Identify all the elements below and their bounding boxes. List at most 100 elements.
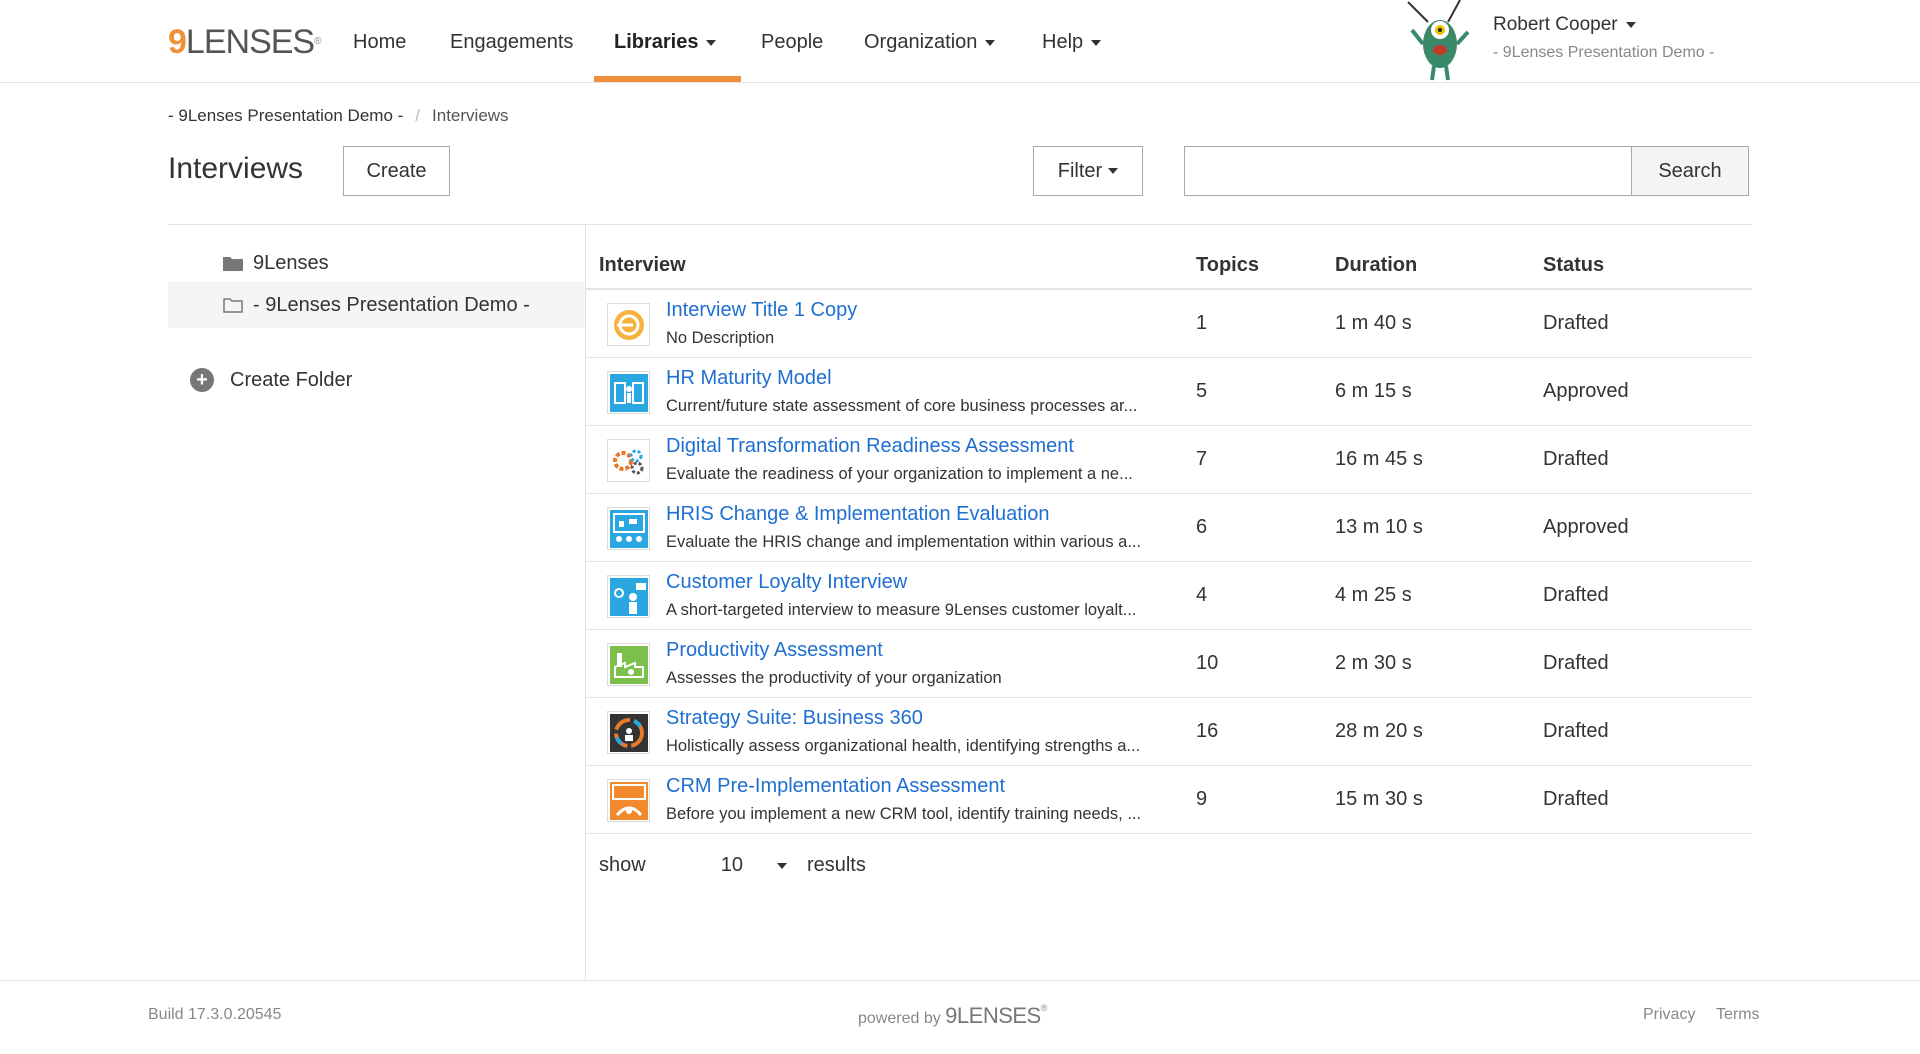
- nav-libraries[interactable]: Libraries: [614, 28, 717, 56]
- interview-status: Drafted: [1543, 448, 1609, 470]
- create-button[interactable]: Create: [343, 146, 450, 196]
- breadcrumb: - 9Lenses Presentation Demo - / Interviews: [168, 106, 509, 126]
- interview-status: Drafted: [1543, 720, 1609, 742]
- interview-title-link[interactable]: Customer Loyalty Interview: [666, 571, 907, 594]
- interview-title-link[interactable]: HRIS Change & Implementation Evaluation: [666, 503, 1050, 526]
- page-size-value: 10: [720, 854, 743, 876]
- terms-link[interactable]: Terms: [1716, 1006, 1760, 1024]
- logo-nine: 9: [168, 23, 187, 61]
- folder-filled-icon: [223, 257, 243, 271]
- table-row[interactable]: Customer Loyalty Interview A short-targe…: [586, 562, 1752, 630]
- folder-item-9lenses[interactable]: 9Lenses: [223, 248, 329, 278]
- interview-duration: 6 m 15 s: [1335, 380, 1412, 402]
- logo-lenses: LENSES: [185, 23, 315, 61]
- folder-label: - 9Lenses Presentation Demo -: [253, 293, 530, 316]
- interview-topics: 7: [1196, 448, 1208, 470]
- page-size-select[interactable]: 10: [721, 854, 787, 877]
- interview-topics: 6: [1196, 516, 1208, 538]
- interview-title-link[interactable]: HR Maturity Model: [666, 367, 832, 390]
- nav-libraries-label: Libraries: [614, 31, 699, 53]
- presentation-board-icon: [607, 507, 650, 550]
- table-row[interactable]: Productivity Assessment Assesses the pro…: [586, 630, 1752, 698]
- breadcrumb-root[interactable]: - 9Lenses Presentation Demo -: [168, 106, 403, 125]
- table-row[interactable]: Interview Title 1 Copy No Description 1 …: [586, 290, 1752, 358]
- privacy-link[interactable]: Privacy: [1643, 1006, 1695, 1024]
- search-input[interactable]: [1184, 146, 1632, 196]
- page-title: Interviews: [168, 152, 304, 185]
- table-row[interactable]: HR Maturity Model Current/future state a…: [586, 358, 1752, 426]
- search-button[interactable]: Search: [1631, 146, 1749, 196]
- table-row[interactable]: Strategy Suite: Business 360 Holisticall…: [586, 698, 1752, 766]
- caret-down-icon: [1625, 21, 1636, 28]
- breadcrumb-separator: /: [415, 106, 421, 125]
- nav-home[interactable]: Home: [353, 28, 406, 56]
- footer-divider: [0, 980, 1920, 981]
- orange-swirl-icon: [607, 303, 650, 346]
- interview-topics: 5: [1196, 380, 1208, 402]
- results-label: results: [806, 854, 866, 876]
- column-header-topics[interactable]: Topics: [1196, 254, 1259, 277]
- folder-outline-icon: [223, 298, 243, 313]
- interview-description: Evaluate the HRIS change and implementat…: [666, 533, 1142, 551]
- caret-down-icon: [706, 39, 717, 46]
- table-row[interactable]: HRIS Change & Implementation Evaluation …: [586, 494, 1752, 562]
- create-folder-label: Create Folder: [230, 368, 353, 391]
- column-header-duration[interactable]: Duration: [1335, 254, 1417, 277]
- column-header-status[interactable]: Status: [1543, 254, 1604, 277]
- interview-duration: 13 m 10 s: [1335, 516, 1423, 538]
- filter-button[interactable]: Filter: [1033, 146, 1143, 196]
- interview-status: Drafted: [1543, 584, 1609, 606]
- interview-description: No Description: [666, 329, 775, 347]
- interview-description: Before you implement a new CRM tool, ide…: [666, 805, 1142, 823]
- nav-engagements[interactable]: Engagements: [450, 28, 573, 56]
- interview-status: Approved: [1543, 380, 1629, 402]
- interview-duration: 2 m 30 s: [1335, 652, 1412, 674]
- hr-people-icon: [607, 371, 650, 414]
- interview-title-link[interactable]: Interview Title 1 Copy: [666, 299, 857, 322]
- interview-status: Approved: [1543, 516, 1629, 538]
- factory-icon: [607, 643, 650, 686]
- interview-description: Current/future state assessment of core …: [666, 397, 1138, 415]
- interview-duration: 16 m 45 s: [1335, 448, 1423, 470]
- table-row[interactable]: CRM Pre-Implementation Assessment Before…: [586, 766, 1752, 834]
- interview-topics: 9: [1196, 788, 1208, 810]
- interview-title-link[interactable]: Digital Transformation Readiness Assessm…: [666, 435, 1074, 458]
- interview-topics: 4: [1196, 584, 1208, 606]
- build-version: Build 17.3.0.20545: [148, 1006, 282, 1023]
- breadcrumb-current: Interviews: [432, 106, 509, 125]
- nav-people[interactable]: People: [761, 28, 823, 56]
- interview-description: Evaluate the readiness of your organizat…: [666, 465, 1133, 483]
- user-name: Robert Cooper: [1493, 14, 1618, 35]
- active-nav-indicator: [594, 76, 741, 82]
- nav-organization-label: Organization: [864, 31, 978, 53]
- nav-organization[interactable]: Organization: [864, 28, 996, 56]
- brand-logo[interactable]: 9LENSES®: [168, 22, 322, 62]
- table-row[interactable]: Digital Transformation Readiness Assessm…: [586, 426, 1752, 494]
- folder-label: 9Lenses: [253, 251, 329, 274]
- crm-icon: [607, 779, 650, 822]
- folder-item-presentation-demo[interactable]: - 9Lenses Presentation Demo -: [223, 290, 530, 320]
- interview-title-link[interactable]: Strategy Suite: Business 360: [666, 707, 923, 730]
- user-avatar[interactable]: [1398, 0, 1484, 82]
- nav-help[interactable]: Help: [1042, 28, 1102, 56]
- pagination-size: show 10 results: [599, 854, 866, 877]
- show-label: show: [599, 854, 646, 876]
- interview-title-link[interactable]: Productivity Assessment: [666, 639, 883, 662]
- nav-help-label: Help: [1042, 31, 1084, 53]
- interview-description: Holistically assess organizational healt…: [666, 737, 1141, 755]
- user-menu[interactable]: Robert Cooper: [1493, 14, 1636, 36]
- column-header-interview[interactable]: Interview: [599, 254, 686, 277]
- gears-icon: [607, 439, 650, 482]
- interview-title-link[interactable]: CRM Pre-Implementation Assessment: [666, 775, 1005, 798]
- interview-topics: 1: [1196, 312, 1208, 334]
- powered-by-label: powered by: [858, 1010, 941, 1027]
- user-organization: - 9Lenses Presentation Demo -: [1493, 44, 1715, 61]
- caret-down-icon: [985, 39, 996, 46]
- interview-status: Drafted: [1543, 788, 1609, 810]
- header-divider: [168, 224, 1752, 225]
- caret-down-icon: [776, 862, 787, 869]
- create-folder-button[interactable]: + Create Folder: [190, 368, 352, 392]
- powered-by: powered by 9LENSES®: [858, 1003, 1047, 1029]
- caret-down-icon: [1108, 168, 1119, 174]
- interview-topics: 10: [1196, 652, 1219, 674]
